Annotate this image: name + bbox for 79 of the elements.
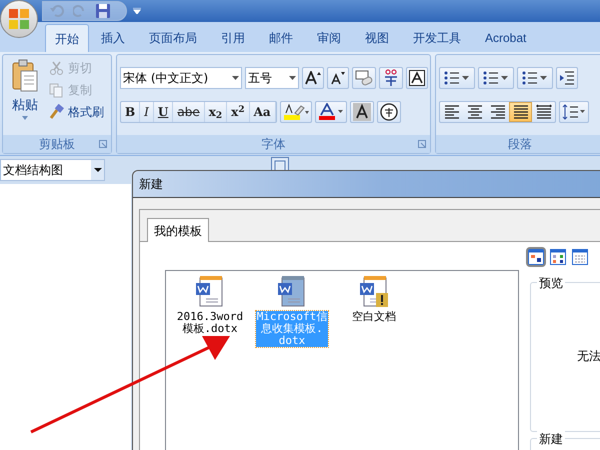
ribbon-tab[interactable]: 开始: [45, 24, 89, 52]
clipboard-item[interactable]: 格式刷: [49, 103, 104, 121]
multilevel-list-icon: [522, 71, 538, 85]
template-label[interactable]: 空白文档: [351, 311, 397, 323]
group-label: 段落: [508, 136, 532, 153]
font-size-field[interactable]: 五号: [245, 67, 299, 89]
decrease-indent-button[interactable]: [556, 67, 578, 89]
document-warning-icon: [358, 275, 390, 309]
redo-icon: [73, 4, 87, 18]
ribbon-tab[interactable]: Acrobat: [473, 24, 538, 52]
document-map-dropdown[interactable]: 文档结构图: [0, 159, 105, 181]
clear-format-icon: [355, 70, 373, 86]
phonetic-guide-button[interactable]: [379, 67, 403, 89]
multilevel-list-button[interactable]: [517, 67, 553, 89]
preview-label: 预览: [537, 274, 565, 292]
office-logo: [8, 8, 30, 30]
ribbon-tab[interactable]: 开发工具: [401, 24, 473, 52]
ribbon-tab[interactable]: 引用: [209, 24, 257, 52]
ribbon-tab[interactable]: 邮件: [257, 24, 305, 52]
clipboard-icon: [11, 59, 39, 93]
caret-icon: [22, 116, 28, 120]
highlight-icon: [282, 103, 309, 121]
highlight-button[interactable]: [280, 101, 312, 123]
ribbon-tab[interactable]: 视图: [353, 24, 401, 52]
template-tab[interactable]: 我的模板: [147, 218, 209, 242]
copy-icon: [49, 82, 65, 98]
font-style-button[interactable]: x$^{2}$: [227, 102, 250, 122]
character-shading-icon: [352, 103, 371, 121]
grow-font-icon: [305, 71, 321, 85]
undo-icon: [49, 4, 65, 18]
ribbon-tab[interactable]: 审阅: [305, 24, 353, 52]
save-icon: [95, 3, 111, 19]
dropdown-arrow-icon: [232, 76, 239, 80]
office-button[interactable]: [0, 0, 38, 38]
paste-button[interactable]: 粘贴: [7, 59, 43, 129]
decrease-indent-icon: [559, 71, 575, 85]
enclose-characters-button[interactable]: [376, 101, 401, 123]
details-view-icon: [572, 249, 588, 265]
template-label[interactable]: 2016.3word 模板.dotx: [176, 311, 244, 335]
shrink-font-button[interactable]: [327, 67, 349, 89]
dropdown-arrow-icon: [289, 76, 296, 80]
character-border-button[interactable]: [406, 67, 428, 89]
dropdown-arrow-icon: [462, 76, 470, 80]
character-border-icon: [409, 70, 425, 86]
phonetic-guide-icon: [382, 69, 400, 87]
dropdown-arrow-icon: [501, 76, 509, 80]
line-spacing-icon: [562, 104, 586, 120]
character-shading-button[interactable]: [350, 101, 374, 123]
scissors-icon: [49, 60, 65, 76]
font-color-button[interactable]: [314, 101, 347, 123]
bullets-icon: [444, 71, 460, 85]
font-name-field[interactable]: 宋体 (中文正文): [120, 67, 242, 89]
shrink-font-icon: [330, 71, 346, 85]
large-icons-view-icon: [528, 249, 544, 265]
enclose-characters-icon: [380, 103, 398, 121]
ribbon-tab[interactable]: 插入: [89, 24, 137, 52]
bullets-button[interactable]: [439, 67, 475, 89]
dialog-launcher-icon: [99, 140, 107, 148]
font-style-button[interactable]: Aa: [250, 102, 276, 122]
dialog-title: 新建: [139, 176, 163, 193]
clear-format-button[interactable]: [352, 67, 376, 89]
font-style-button[interactable]: abe: [173, 102, 205, 122]
grow-font-button[interactable]: [302, 67, 324, 89]
dropdown-arrow-icon: [540, 76, 548, 80]
group-label: 剪贴板: [39, 136, 75, 153]
numbering-button[interactable]: [478, 67, 514, 89]
font-color-icon: [318, 103, 344, 121]
font-style-button[interactable]: x$_{2}$: [204, 102, 228, 122]
numbering-icon: [483, 71, 499, 85]
line-spacing-button[interactable]: [559, 101, 589, 123]
list-view-icon: [550, 249, 566, 265]
font-style-button[interactable]: I: [140, 102, 154, 122]
font-style-button[interactable]: B: [121, 102, 140, 122]
customize-menu-icon: [133, 8, 141, 14]
ribbon-tab[interactable]: 页面布局: [137, 24, 209, 52]
font-style-button[interactable]: U: [154, 102, 174, 122]
align-justify-button[interactable]: [509, 102, 532, 122]
group-label: 字体: [262, 136, 286, 153]
dialog-launcher-icon: [418, 140, 426, 148]
